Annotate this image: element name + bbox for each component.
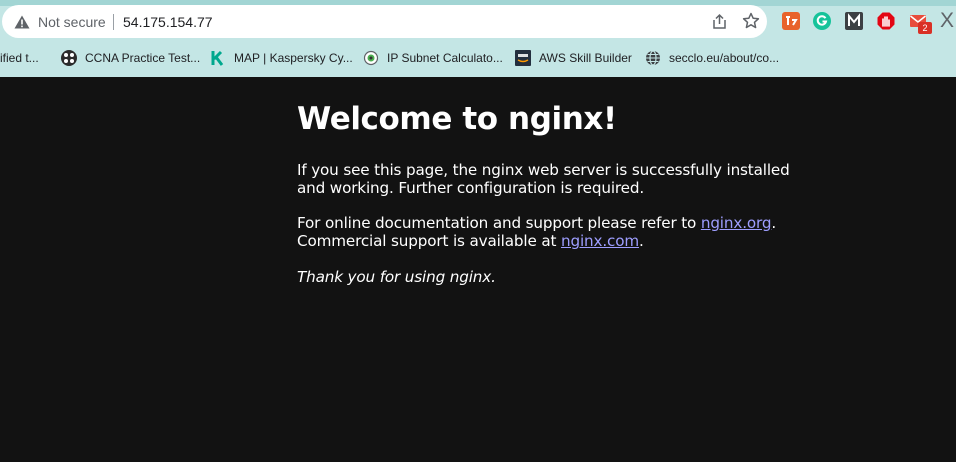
page-title: Welcome to nginx! — [297, 101, 617, 137]
m-extension-icon[interactable] — [845, 12, 863, 30]
bookmark-label: IP Subnet Calculato... — [387, 51, 503, 65]
thank-you-message: Thank you for using nginx. — [297, 268, 496, 286]
nginx-com-link[interactable]: nginx.com — [561, 232, 639, 250]
bookmark-verified[interactable]: rified t... — [0, 46, 39, 70]
gmail-checker-extension-icon[interactable]: 2 — [909, 12, 932, 34]
commercial-support-text: Commercial support is available at — [297, 232, 561, 250]
bookmark-ccna[interactable]: CCNA Practice Test... — [61, 46, 200, 70]
address-bar[interactable]: Not secure 54.175.154.77 — [2, 5, 767, 38]
bookmark-star-icon[interactable] — [742, 12, 760, 30]
address-divider — [113, 14, 114, 30]
bookmark-label: AWS Skill Builder — [539, 51, 632, 65]
todoist-extension-icon[interactable] — [782, 12, 800, 30]
bookmark-label: CCNA Practice Test... — [85, 51, 201, 65]
bookmarks-bar: rified t... CCNA Practice Test... MAP | … — [0, 46, 956, 70]
bookmark-label: rified t... — [0, 51, 39, 65]
security-status[interactable]: Not secure — [38, 13, 106, 31]
globe-icon — [646, 50, 660, 66]
support-message: For online documentation and support ple… — [297, 214, 817, 250]
subnet-calculator-icon — [363, 50, 379, 66]
support-text: For online documentation and support ple… — [297, 214, 701, 232]
bookmark-label: secclo.eu/about/co... — [669, 51, 780, 65]
ccna-icon — [61, 50, 77, 66]
grammarly-extension-icon[interactable] — [813, 12, 831, 30]
commercial-support-period: . — [639, 232, 644, 250]
web-page: Welcome to nginx! If you see this page, … — [0, 77, 956, 462]
bookmark-kaspersky[interactable]: MAP | Kaspersky Cy... — [210, 46, 353, 70]
nginx-org-link[interactable]: nginx.org — [701, 214, 772, 232]
share-icon[interactable] — [711, 13, 728, 30]
kaspersky-icon — [211, 50, 224, 66]
aws-icon — [515, 50, 531, 66]
browser-chrome: Not secure 54.175.154.77 2 X rified t...… — [0, 0, 956, 77]
url-text[interactable]: 54.175.154.77 — [123, 13, 213, 31]
warning-icon[interactable] — [14, 15, 30, 29]
support-text-period: . — [771, 214, 777, 232]
bookmark-subnet-calculator[interactable]: IP Subnet Calculato... — [363, 46, 503, 70]
mail-count-badge: 2 — [918, 22, 932, 34]
install-message: If you see this page, the nginx web serv… — [297, 161, 790, 197]
bookmark-label: MAP | Kaspersky Cy... — [234, 51, 353, 65]
bookmark-secclo[interactable]: secclo.eu/about/co... — [645, 46, 779, 70]
x-extension-icon[interactable]: X — [940, 9, 954, 33]
bookmark-aws-skill-builder[interactable]: AWS Skill Builder — [515, 46, 632, 70]
adblock-extension-icon[interactable] — [877, 12, 895, 30]
